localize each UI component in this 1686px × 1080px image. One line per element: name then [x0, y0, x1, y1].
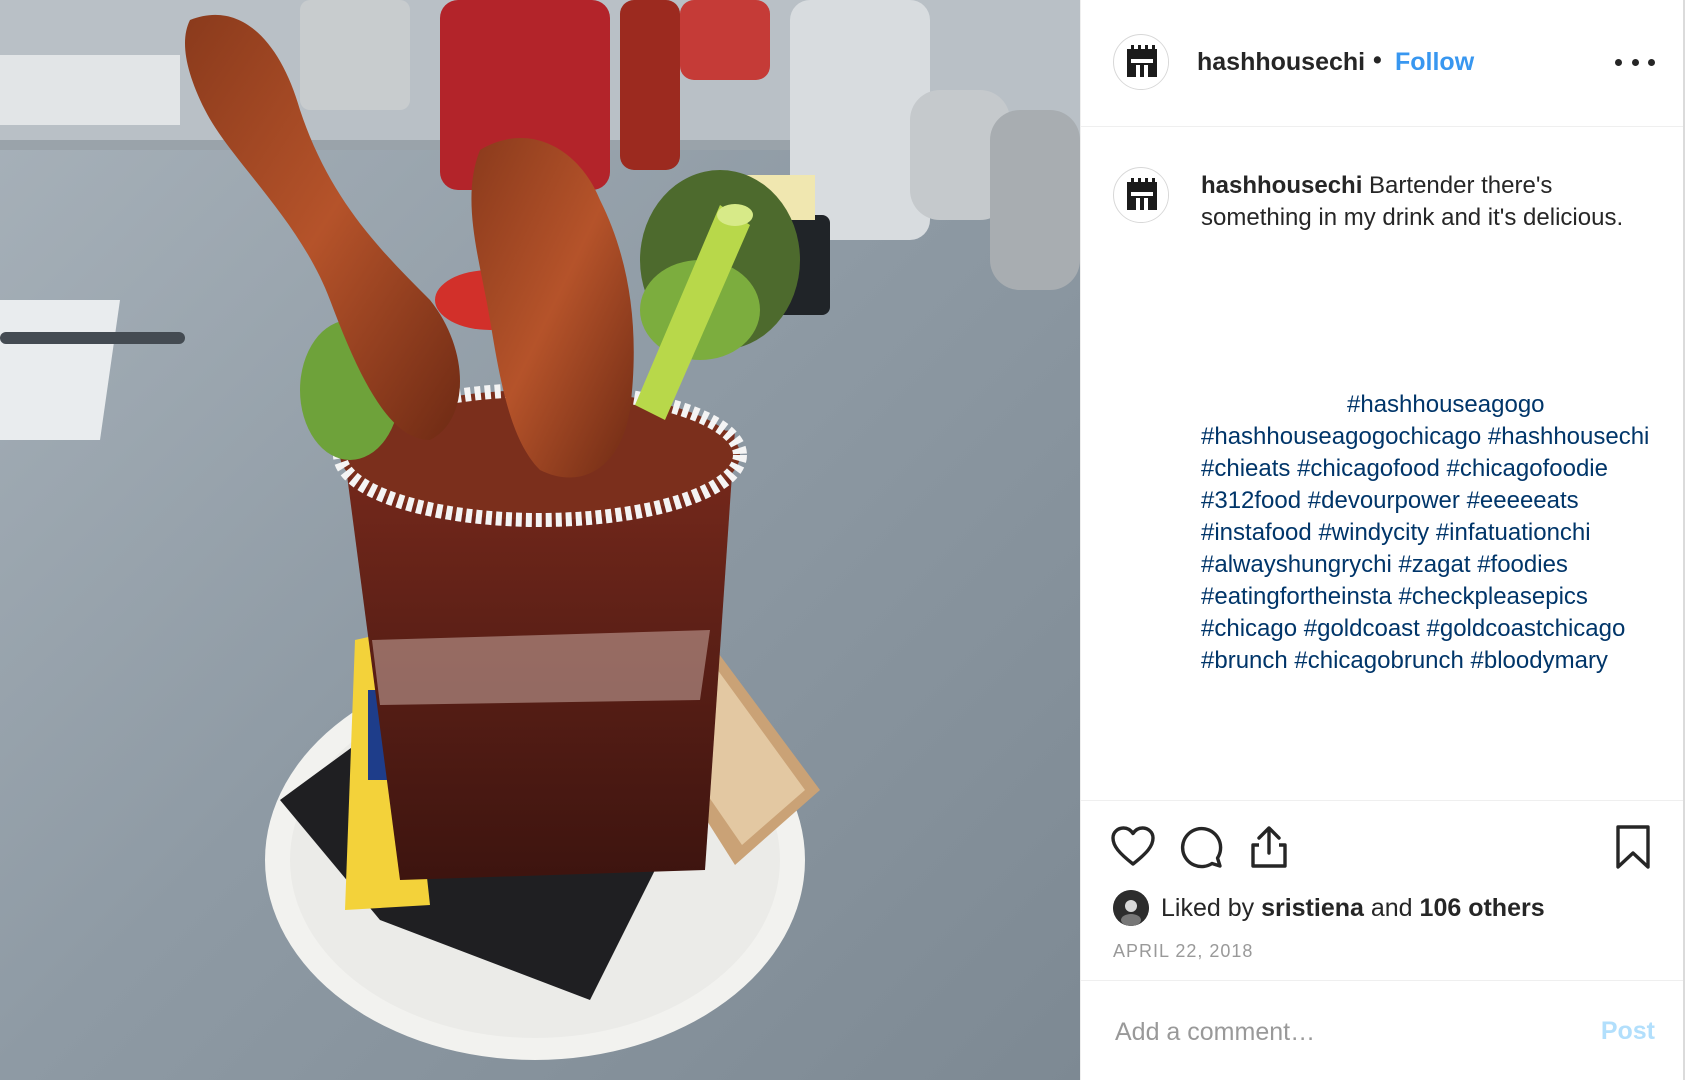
- hashtag-link[interactable]: #hashhouseagogochicago: [1201, 423, 1481, 450]
- caption-username[interactable]: hashhousechi: [1201, 172, 1362, 199]
- hashtag-link[interactable]: #alwayshungrychi: [1201, 551, 1392, 578]
- post-photo[interactable]: [0, 0, 1080, 1080]
- likes-count[interactable]: 106 others: [1420, 894, 1545, 923]
- post-details-panel: hashhousechi • Follow hashhousechi Barte…: [1080, 0, 1685, 1080]
- hashtag-link[interactable]: #hashhousechi: [1488, 423, 1649, 450]
- likes-prefix: Liked by: [1161, 893, 1255, 922]
- hashhouse-logo-icon: [1115, 36, 1168, 89]
- follow-button[interactable]: Follow: [1395, 48, 1474, 77]
- post-comment-button[interactable]: Post: [1601, 1017, 1655, 1046]
- liker-username[interactable]: sristiena: [1261, 894, 1364, 923]
- hashhouse-logo-icon: [1115, 169, 1168, 222]
- hashtag-link[interactable]: #infatuationchi: [1436, 519, 1591, 546]
- hashtag-link[interactable]: #bloodymary: [1471, 647, 1608, 674]
- hashtag-link[interactable]: #312food: [1201, 487, 1301, 514]
- avatar[interactable]: [1113, 34, 1169, 90]
- share-icon[interactable]: [1245, 823, 1293, 871]
- likes-summary: Liked by sristiena and 106 others: [1113, 889, 1545, 927]
- hashtag-link[interactable]: #devourpower: [1308, 487, 1460, 514]
- hashtag-link[interactable]: #checkpleasepics: [1398, 583, 1587, 610]
- hashtag-link[interactable]: #brunch: [1201, 647, 1288, 674]
- hashtag-link[interactable]: #chicagobrunch: [1294, 647, 1463, 674]
- likes-conjunction: and: [1370, 893, 1413, 922]
- hashtag-link[interactable]: #hashhouseagogo: [1347, 391, 1545, 418]
- hashtag-link[interactable]: #windycity: [1318, 519, 1429, 546]
- post-header: hashhousechi • Follow: [1081, 0, 1685, 127]
- hashtag-link[interactable]: #chicagofoodie: [1447, 455, 1608, 482]
- heart-icon[interactable]: [1109, 823, 1157, 871]
- hashtag-link[interactable]: #foodies: [1477, 551, 1568, 578]
- hashtag-link[interactable]: #instafood: [1201, 519, 1312, 546]
- comment-bubble-icon[interactable]: [1177, 823, 1225, 871]
- comment-input[interactable]: [1113, 1011, 1557, 1053]
- hashtag-link[interactable]: #goldcoast: [1304, 615, 1420, 642]
- hashtag-link[interactable]: #zagat: [1398, 551, 1470, 578]
- hashtag-link[interactable]: #chicago: [1201, 615, 1297, 642]
- caption-area: hashhousechi Bartender there's something…: [1081, 127, 1685, 800]
- separator-dot: •: [1373, 46, 1382, 74]
- hashtag-link[interactable]: #eeeeeats: [1467, 487, 1579, 514]
- hashtag-link[interactable]: #chieats: [1201, 455, 1290, 482]
- hashtag-link[interactable]: #eatingfortheinsta: [1201, 583, 1392, 610]
- hashtag-list: #hashhouseagogo #hashhouseagogochicago #…: [1201, 389, 1651, 677]
- post-author-username[interactable]: hashhousechi: [1197, 48, 1365, 77]
- post-actions: Liked by sristiena and 106 others APRIL …: [1081, 800, 1685, 981]
- post-date[interactable]: APRIL 22, 2018: [1113, 941, 1253, 962]
- hashtag-link[interactable]: #chicagofood: [1297, 455, 1440, 482]
- liker-avatar[interactable]: [1113, 890, 1149, 926]
- caption-text: hashhousechi Bartender there's something…: [1201, 170, 1641, 234]
- comment-bar: Post: [1081, 980, 1685, 1080]
- liker-photo-icon: [1113, 890, 1149, 926]
- bookmark-icon[interactable]: [1609, 823, 1657, 871]
- caption-avatar[interactable]: [1113, 167, 1169, 223]
- bloody-mary-photo: [0, 0, 1080, 1080]
- more-options-icon[interactable]: [1615, 48, 1655, 76]
- hashtag-link[interactable]: #goldcoastchicago: [1427, 615, 1626, 642]
